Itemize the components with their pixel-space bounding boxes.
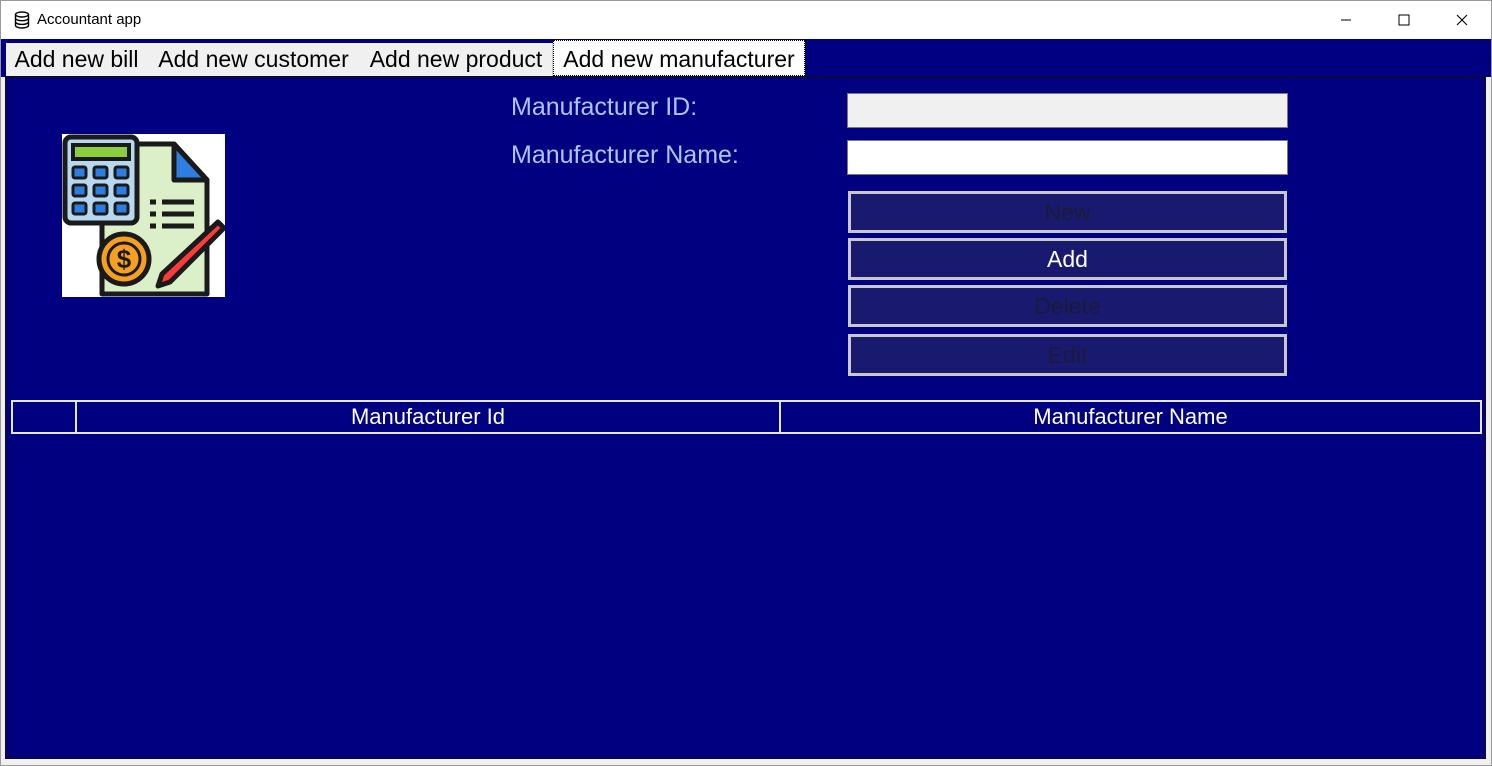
maximize-button[interactable] — [1375, 1, 1433, 39]
manufacturer-id-field[interactable] — [847, 93, 1288, 128]
tab-add-new-manufacturer[interactable]: Add new manufacturer — [553, 40, 805, 76]
grid-row-header[interactable] — [13, 402, 77, 432]
window-title: Accountant app — [37, 11, 142, 28]
minimize-icon — [1341, 19, 1351, 21]
title-bar[interactable]: Accountant app — [1, 1, 1491, 39]
edit-button[interactable]: Edit — [848, 334, 1287, 376]
add-button[interactable]: Add — [848, 238, 1287, 280]
tab-add-new-bill[interactable]: Add new bill — [6, 43, 148, 76]
column-header-manufacturer-name[interactable]: Manufacturer Name — [781, 402, 1480, 432]
maximize-icon — [1398, 14, 1410, 26]
tab-add-new-customer[interactable]: Add new customer — [147, 43, 361, 76]
database-icon — [14, 11, 30, 29]
manufacturer-name-label: Manufacturer Name: — [511, 141, 739, 169]
manufacturer-grid[interactable]: Manufacturer Id Manufacturer Name — [11, 400, 1482, 434]
column-header-manufacturer-id[interactable]: Manufacturer Id — [77, 402, 781, 432]
minimize-button[interactable] — [1317, 1, 1375, 39]
delete-button[interactable]: Delete — [848, 285, 1287, 327]
close-button[interactable] — [1433, 1, 1491, 39]
new-button[interactable]: New — [848, 191, 1287, 233]
tab-add-new-product[interactable]: Add new product — [360, 43, 553, 76]
manufacturer-name-field[interactable] — [847, 140, 1288, 175]
calculator-invoice-icon: $ — [62, 134, 227, 297]
manufacturer-id-label: Manufacturer ID: — [511, 93, 698, 121]
svg-text:$: $ — [117, 244, 132, 274]
close-icon — [1456, 14, 1468, 26]
